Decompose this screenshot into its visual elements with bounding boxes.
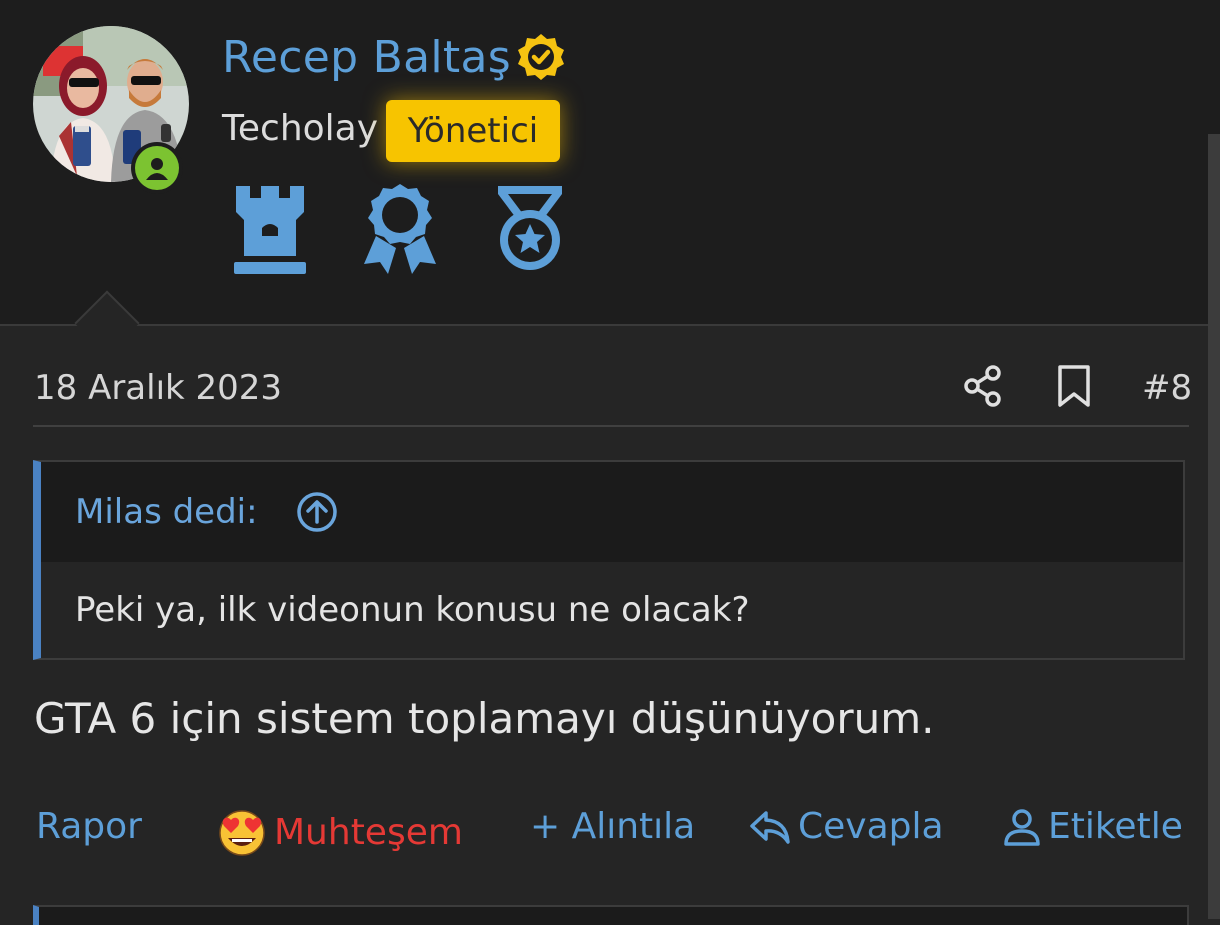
next-post-edge [33, 905, 1189, 925]
go-to-quote-icon[interactable] [295, 490, 339, 534]
quote-button[interactable]: + Alıntıla [530, 806, 695, 847]
user-tag-icon [1004, 808, 1040, 846]
user-icon [146, 158, 168, 180]
username[interactable]: Recep Baltaş [222, 32, 511, 83]
ribbon-award-icon[interactable] [362, 184, 438, 276]
quote-author[interactable]: Milas dedi: [75, 492, 258, 532]
reply-button[interactable]: Cevapla [748, 806, 944, 847]
online-status-indicator [131, 142, 183, 194]
reaction-label: Muhteşem [274, 811, 463, 853]
scrollbar[interactable] [1208, 134, 1220, 919]
rook-trophy-icon[interactable] [232, 184, 308, 276]
role-badge: Yönetici [386, 100, 560, 162]
mention-button[interactable]: Etiketle [1002, 806, 1183, 847]
report-button[interactable]: Rapor [36, 806, 142, 847]
quote-block: Milas dedi: Peki ya, ilk videonun konusu… [33, 460, 1185, 660]
quote-label: + Alıntıla [530, 806, 696, 847]
post-number-link[interactable]: #8 [1142, 368, 1192, 408]
bookmark-icon[interactable] [1054, 364, 1094, 408]
quote-header: Milas dedi: [41, 462, 1183, 562]
post-date[interactable]: 18 Aralık 2023 [34, 368, 282, 408]
reaction-button[interactable]: Muhteşem [216, 806, 463, 858]
verified-badge-icon [518, 34, 564, 80]
report-label: Rapor [36, 806, 142, 847]
post-body: GTA 6 için sistem toplamayı düşünüyorum. [34, 694, 935, 743]
site-name: Techolay [222, 108, 379, 149]
meta-divider [33, 425, 1189, 427]
star-medal-icon[interactable] [494, 184, 566, 276]
heart-eyes-emoji-icon [219, 810, 265, 856]
reply-label: Cevapla [798, 806, 944, 847]
mention-label: Etiketle [1048, 806, 1183, 847]
share-icon[interactable] [962, 364, 1004, 408]
reply-icon [750, 810, 790, 844]
header-divider [0, 324, 1208, 326]
user-header [0, 0, 1220, 325]
quote-text: Peki ya, ilk videonun konusu ne olacak? [75, 590, 750, 630]
